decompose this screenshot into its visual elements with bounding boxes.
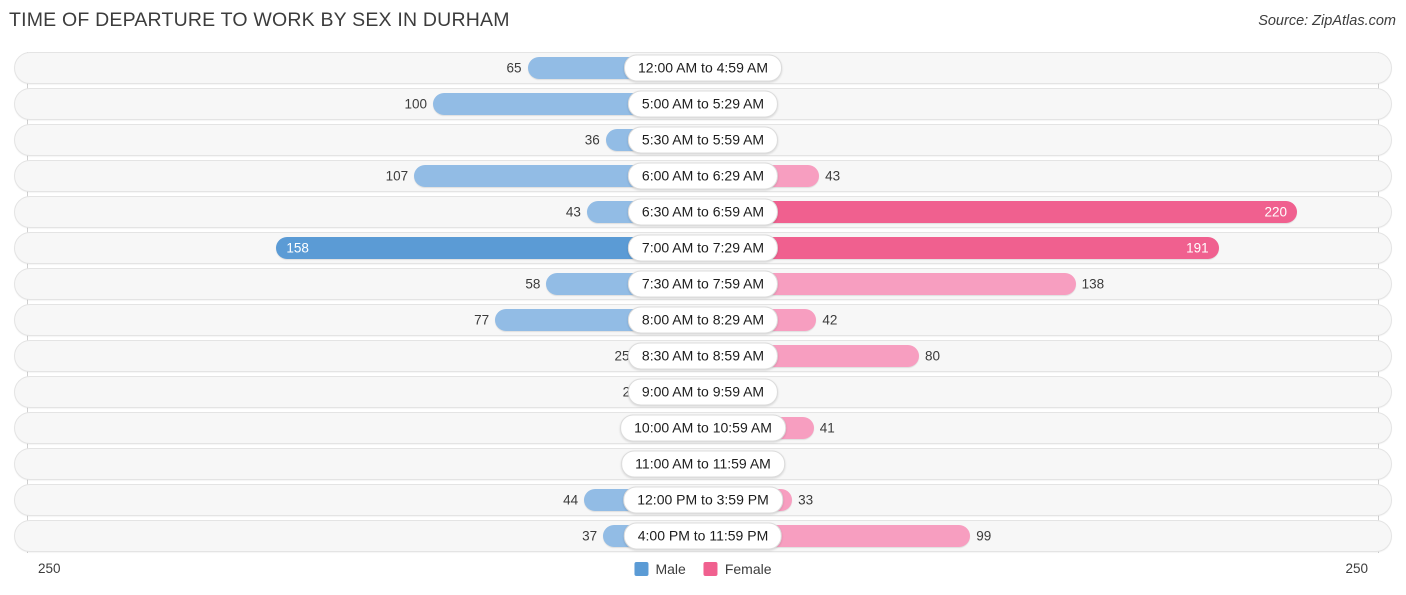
category-label: 8:30 AM to 8:59 AM [627,342,779,370]
bar-value-male: 37 [582,528,598,544]
legend-item-female[interactable]: Female [703,561,772,577]
bar-value-female: 220 [1264,204,1287,220]
category-label: 5:00 AM to 5:29 AM [627,90,779,118]
category-label: 12:00 AM to 4:59 AM [624,54,782,82]
chart-row: 158 191 7:00 AM to 7:29 AM [14,232,1392,264]
bar-value-female: 138 [1081,276,1105,292]
category-label: 6:00 AM to 6:29 AM [627,162,779,190]
bar-value-male: 100 [404,96,427,112]
chart-row: 3605:30 AM to 5:59 AM [14,124,1392,156]
chart-row: 22159:00 AM to 9:59 AM [14,376,1392,408]
page-title: TIME OF DEPARTURE TO WORK BY SEX IN DURH… [9,9,510,31]
chart-row: 43 220 6:30 AM to 6:59 AM [14,196,1392,228]
chart-container: TIME OF DEPARTURE TO WORK BY SEX IN DURH… [0,0,1406,595]
bar-value-female: 99 [976,528,992,544]
chart-row: 65012:00 AM to 4:59 AM [14,52,1392,84]
chart-row: 44 33 12:00 PM to 3:59 PM [14,484,1392,516]
category-label: 4:00 PM to 11:59 PM [623,522,783,550]
bar-value-male: 58 [525,276,541,292]
legend-label-male: Male [655,561,686,577]
bar-value-male: 36 [584,132,600,148]
category-label: 5:30 AM to 5:59 AM [627,126,779,154]
bar-value-male: 44 [563,492,579,508]
category-label: 7:30 AM to 7:59 AM [627,270,779,298]
category-label: 11:00 AM to 11:59 AM [621,450,785,478]
bar-value-male: 77 [474,312,490,328]
bar-female[interactable]: 220 [703,201,1297,223]
chart-row: 37 99 4:00 PM to 11:59 PM [14,520,1392,552]
legend-swatch-male-icon [634,562,649,576]
bar-value-male: 158 [286,240,309,256]
category-label: 6:30 AM to 6:59 AM [627,198,779,226]
bar-value-male: 43 [565,204,581,220]
chart-row: 58 138 7:30 AM to 7:59 AM [14,268,1392,300]
chart-row: 0011:00 AM to 11:59 AM [14,448,1392,480]
chart-row: 10005:00 AM to 5:29 AM [14,88,1392,120]
source-attribution: Source: ZipAtlas.com [1258,13,1396,29]
category-label: 12:00 PM to 3:59 PM [623,486,783,514]
plot-area: 65012:00 AM to 4:59 AM 10005:00 AM to 5:2… [0,52,1406,553]
chart-row: 107 43 6:00 AM to 6:29 AM [14,160,1392,192]
bar-value-female: 191 [1186,240,1209,256]
legend: Male Female [634,561,772,577]
bar-value-female: 80 [925,348,941,364]
bar-female[interactable]: 191 [703,237,1219,259]
bar-value-male: 65 [506,60,522,76]
bar-value-male: 107 [385,168,409,184]
legend-item-male[interactable]: Male [634,561,686,577]
axis-tick-right: 250 [1345,561,1368,576]
bar-value-female: 43 [825,168,841,184]
bar-value-female: 33 [798,492,814,508]
axis-tick-left: 250 [38,561,61,576]
legend-label-female: Female [724,561,772,577]
category-label: 9:00 AM to 9:59 AM [627,378,779,406]
category-label: 7:00 AM to 7:29 AM [627,234,779,262]
chart-row: 04110:00 AM to 10:59 AM [14,412,1392,444]
category-label: 10:00 AM to 10:59 AM [620,414,786,442]
bar-value-female: 42 [822,312,838,328]
category-label: 8:00 AM to 8:29 AM [627,306,779,334]
chart-row: 77 42 8:00 AM to 8:29 AM [14,304,1392,336]
bar-value-female: 41 [819,420,835,436]
chart-row: 25 80 8:30 AM to 8:59 AM [14,340,1392,372]
chart-footer: 250 250 Male Female [0,553,1406,595]
legend-swatch-female-icon [703,562,718,576]
